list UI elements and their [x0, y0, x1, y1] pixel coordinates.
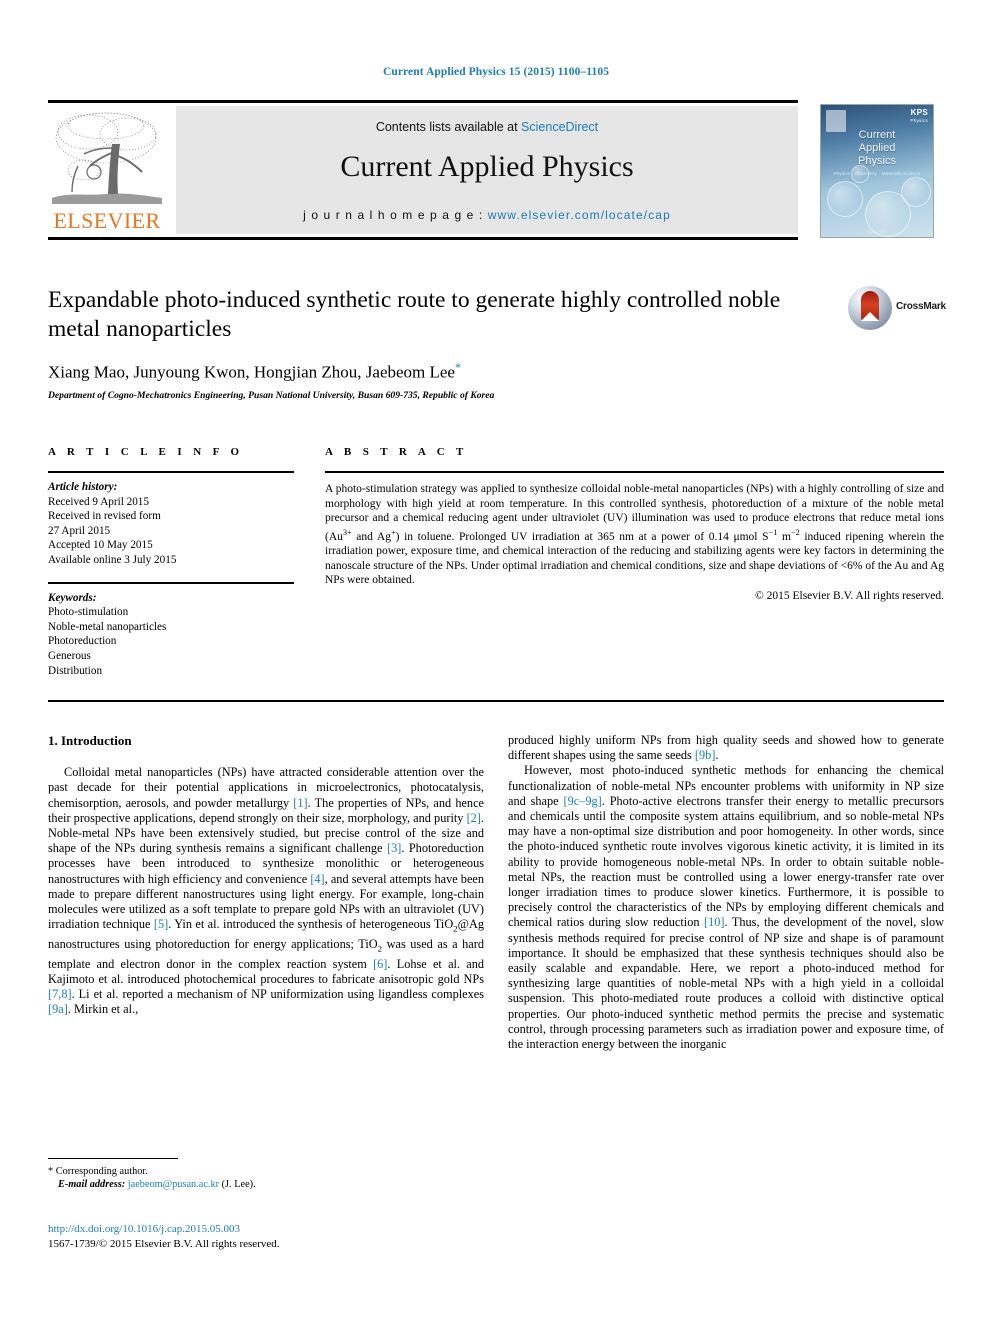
- cover-bubble-icon: [901, 177, 931, 207]
- contents-prefix: Contents lists available at: [375, 120, 522, 134]
- article-history-label: Article history:: [48, 481, 118, 493]
- cover-bubble-icon: [851, 165, 869, 183]
- citation-link[interactable]: [9a]: [48, 1002, 68, 1016]
- citation-link[interactable]: [4]: [310, 872, 324, 886]
- body-column-right: produced highly uniform NPs from high qu…: [508, 733, 944, 1052]
- email-label: E-mail address:: [58, 1179, 126, 1191]
- body-column-left: 1. Introduction Colloidal metal nanopart…: [48, 733, 484, 1017]
- citation-link[interactable]: [5]: [154, 917, 168, 931]
- citation-link[interactable]: [9b]: [695, 748, 716, 762]
- crossmark-circle-icon: [848, 286, 892, 330]
- journal-homepage-link[interactable]: www.elsevier.com/locate/cap: [488, 208, 671, 222]
- email-link[interactable]: jaebeom@pusan.ac.kr: [128, 1179, 219, 1190]
- history-item: Accepted 10 May 2015: [48, 539, 153, 552]
- masthead-band: Contents lists available at ScienceDirec…: [176, 106, 798, 234]
- abstract-rule-top: [325, 471, 944, 473]
- paragraph: However, most photo-induced synthetic me…: [508, 763, 945, 1052]
- email-suffix: (J. Lee).: [219, 1179, 256, 1191]
- keyword-item: Photoreduction: [48, 635, 117, 648]
- cover-title: Current Applied Physics: [858, 129, 896, 167]
- issn-copyright-line: 1567-1739/© 2015 Elsevier B.V. All right…: [48, 1238, 280, 1250]
- elsevier-wordmark: ELSEVIER: [53, 208, 161, 233]
- title-block: Expandable photo-induced synthetic route…: [48, 286, 838, 401]
- journal-cover-thumbnail: KPS Physics Current Applied Physics Phys…: [820, 104, 934, 238]
- abstract-text: A photo-stimulation strategy was applied…: [325, 483, 944, 587]
- abstract-copyright: © 2015 Elsevier B.V. All rights reserved…: [755, 589, 944, 602]
- article-info-column: A R T I C L E I N F O Article history: R…: [48, 446, 294, 678]
- article-info-heading: A R T I C L E I N F O: [48, 446, 244, 458]
- abstract-heading: A B S T R A C T: [325, 446, 468, 458]
- footer-doi-block: http://dx.doi.org/10.1016/j.cap.2015.05.…: [48, 1222, 484, 1252]
- cover-bubble-icon: [827, 181, 863, 217]
- corresponding-author-note: * Corresponding author.: [48, 1166, 148, 1177]
- cover-kps-badge: KPS Physics: [910, 108, 928, 124]
- citation-link[interactable]: [3]: [387, 841, 401, 855]
- keywords-label: Keywords:: [48, 591, 97, 604]
- email-note: E-mail address: jaebeom@pusan.ac.kr (J. …: [48, 1178, 484, 1191]
- doi-link[interactable]: http://dx.doi.org/10.1016/j.cap.2015.05.…: [48, 1222, 484, 1237]
- elsevier-logo: ELSEVIER: [48, 108, 166, 234]
- keyword-item: Generous: [48, 649, 91, 662]
- keywords-list: Keywords: Photo-stimulation Noble-metal …: [48, 584, 294, 679]
- citation-link[interactable]: [9c–9g]: [564, 794, 602, 808]
- history-item: 27 April 2015: [48, 524, 111, 537]
- article-history: Article history: Received 9 April 2015 R…: [48, 473, 294, 568]
- sciencedirect-link[interactable]: ScienceDirect: [521, 120, 598, 134]
- footnote-rule: [48, 1158, 178, 1159]
- citation-link[interactable]: [6]: [373, 957, 387, 971]
- citation-link[interactable]: [2]: [467, 811, 481, 825]
- citation-link[interactable]: [7,8]: [48, 987, 72, 1001]
- elsevier-tree-icon: [52, 112, 162, 204]
- history-item: Received in revised form: [48, 510, 161, 523]
- content-divider-rule: [48, 700, 944, 702]
- cover-subtitle: Physics · Chemistry · Materials Science: [833, 171, 921, 176]
- author-list: Xiang Mao, Junyoung Kwon, Hongjian Zhou,…: [48, 360, 838, 383]
- journal-masthead: ELSEVIER Contents lists available at Sci…: [48, 100, 944, 240]
- keyword-item: Distribution: [48, 664, 103, 677]
- abstract-column: A B S T R A C T A photo-stimulation stra…: [325, 446, 944, 602]
- crossmark-label: CrossMark: [896, 301, 946, 312]
- page-title: Expandable photo-induced synthetic route…: [48, 287, 781, 342]
- paper-page: Current Applied Physics 15 (2015) 1100–1…: [0, 0, 992, 1323]
- keyword-item: Photo-stimulation: [48, 606, 129, 619]
- crossmark-badge[interactable]: CrossMark: [848, 286, 946, 332]
- author-names: Xiang Mao, Junyoung Kwon, Hongjian Zhou,…: [48, 362, 455, 382]
- footnote-block: * Corresponding author. E-mail address: …: [48, 1158, 484, 1192]
- citation-link[interactable]: [10]: [704, 915, 725, 929]
- masthead-rule-top: [48, 100, 798, 103]
- paragraph: produced highly uniform NPs from high qu…: [508, 733, 944, 763]
- section-heading-introduction: 1. Introduction: [48, 733, 132, 748]
- corresponding-author-marker: *: [454, 360, 461, 374]
- history-item: Received 9 April 2015: [48, 495, 149, 508]
- running-head: Current Applied Physics 15 (2015) 1100–1…: [382, 66, 610, 78]
- affiliation: Department of Cogno-Mechatronics Enginee…: [48, 389, 495, 401]
- history-item: Available online 3 July 2015: [48, 553, 177, 566]
- keyword-item: Noble-metal nanoparticles: [48, 620, 167, 633]
- cover-footer: ELSEVIER: [867, 229, 887, 234]
- contents-list-line: Contents lists available at ScienceDirec…: [176, 120, 798, 134]
- citation-link[interactable]: [1]: [293, 796, 307, 810]
- paragraph: Colloidal metal nanoparticles (NPs) have…: [48, 765, 485, 1017]
- masthead-rule-bottom: [48, 237, 798, 240]
- homepage-prefix: j o u r n a l h o m e p a g e :: [303, 208, 488, 222]
- journal-title: Current Applied Physics: [340, 150, 634, 183]
- journal-homepage-line: j o u r n a l h o m e p a g e : www.else…: [176, 208, 798, 222]
